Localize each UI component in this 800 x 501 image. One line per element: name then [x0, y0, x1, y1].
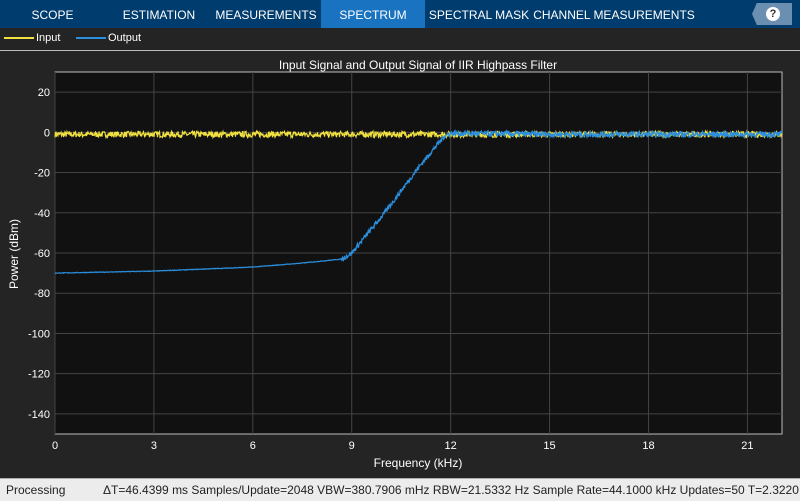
y-tick-label: -80	[34, 288, 50, 300]
x-axis-label: Frequency (kHz)	[374, 456, 463, 470]
chart-title: Input Signal and Output Signal of IIR Hi…	[279, 58, 557, 72]
x-tick-label: 3	[151, 440, 157, 452]
output-line-swatch	[76, 37, 106, 39]
legend-item-output[interactable]: Output	[76, 32, 141, 44]
help-icon: ?	[766, 7, 780, 21]
x-tick-label: 0	[52, 440, 58, 452]
x-tick-label: 21	[741, 440, 753, 452]
y-tick-label: -60	[34, 248, 50, 260]
legend-label: Output	[108, 32, 142, 44]
tab-estimation[interactable]: ESTIMATION	[118, 0, 200, 28]
spectrum-chart[interactable]: Input Signal and Output Signal of IIR Hi…	[0, 51, 800, 478]
tab-spectral-mask[interactable]: SPECTRAL MASK	[425, 0, 533, 28]
y-tick-label: -140	[28, 409, 50, 421]
y-tick-label: -20	[34, 168, 50, 180]
legend-item-input[interactable]: Input	[4, 32, 60, 44]
tab-spectrum[interactable]: SPECTRUM	[321, 0, 425, 28]
help-button[interactable]: ?	[752, 3, 792, 25]
y-tick-label: 20	[38, 87, 50, 99]
y-tick-label: -100	[28, 328, 50, 340]
tab-channel-measurements[interactable]: CHANNEL MEASUREMENTS	[533, 0, 695, 28]
tab-scope[interactable]: SCOPE	[0, 0, 105, 28]
tab-measurements[interactable]: MEASUREMENTS	[214, 0, 318, 28]
y-tick-label: -120	[28, 369, 50, 381]
status-bar: Processing ΔT=46.4399 ms Samples/Update=…	[0, 478, 800, 501]
status-measurements: ΔT=46.4399 ms Samples/Update=2048 VBW=38…	[103, 483, 799, 497]
status-state: Processing	[6, 483, 66, 497]
plot-panel: Input Signal and Output Signal of IIR Hi…	[0, 51, 800, 478]
y-tick-label: -40	[34, 208, 50, 220]
toolstrip-tabs: SCOPE ESTIMATION MEASUREMENTS SPECTRUM S…	[0, 0, 800, 28]
x-tick-label: 12	[445, 440, 457, 452]
legend: Input Output	[0, 28, 800, 51]
legend-label: Input	[36, 32, 61, 44]
y-axis-label: Power (dBm)	[7, 219, 21, 289]
y-tick-label: 0	[44, 127, 50, 139]
input-line-swatch	[4, 37, 34, 39]
x-tick-label: 15	[543, 440, 555, 452]
x-tick-label: 9	[349, 440, 355, 452]
x-tick-label: 6	[250, 440, 256, 452]
x-tick-label: 18	[642, 440, 654, 452]
